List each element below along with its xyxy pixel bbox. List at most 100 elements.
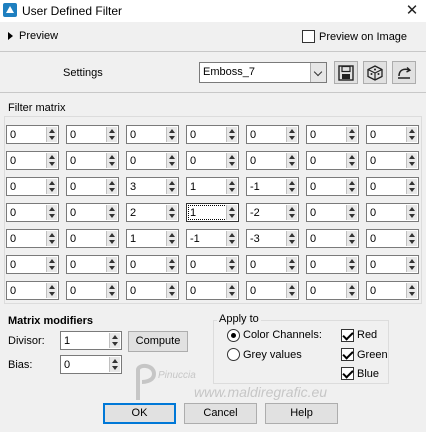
divisor-input[interactable]: 1 <box>60 331 122 350</box>
matrix-cell[interactable]: -1 <box>186 229 239 248</box>
matrix-cell[interactable]: 0 <box>306 281 359 300</box>
spinner-icon[interactable] <box>166 231 177 246</box>
spinner-icon[interactable] <box>46 283 57 298</box>
matrix-cell[interactable]: 0 <box>186 151 239 170</box>
spinner-icon[interactable] <box>46 153 57 168</box>
matrix-cell[interactable]: 0 <box>66 281 119 300</box>
bias-input[interactable]: 0 <box>60 355 122 374</box>
spinner-icon[interactable] <box>346 231 357 246</box>
spinner-icon[interactable] <box>46 257 57 272</box>
matrix-cell[interactable]: 0 <box>6 255 59 274</box>
spinner-icon[interactable] <box>406 257 417 272</box>
spinner-icon[interactable] <box>406 153 417 168</box>
spinner-icon[interactable] <box>109 333 120 348</box>
cancel-button[interactable]: Cancel <box>184 403 257 424</box>
matrix-cell[interactable]: 0 <box>6 229 59 248</box>
matrix-cell[interactable]: 1 <box>126 229 179 248</box>
spinner-icon[interactable] <box>106 179 117 194</box>
matrix-cell[interactable]: 0 <box>66 255 119 274</box>
green-checkbox[interactable] <box>341 348 354 361</box>
spinner-icon[interactable] <box>226 257 237 272</box>
matrix-cell[interactable]: 0 <box>66 229 119 248</box>
spinner-icon[interactable] <box>286 179 297 194</box>
matrix-cell[interactable]: 0 <box>306 255 359 274</box>
spinner-icon[interactable] <box>346 257 357 272</box>
matrix-cell[interactable]: 0 <box>366 229 419 248</box>
matrix-cell[interactable]: -3 <box>246 229 299 248</box>
matrix-cell[interactable]: 0 <box>6 177 59 196</box>
spinner-icon[interactable] <box>226 153 237 168</box>
randomize-button[interactable] <box>363 61 387 84</box>
spinner-icon[interactable] <box>286 205 297 220</box>
spinner-icon[interactable] <box>166 205 177 220</box>
spinner-icon[interactable] <box>286 231 297 246</box>
matrix-cell[interactable]: 0 <box>366 125 419 144</box>
matrix-cell[interactable]: 1 <box>186 203 239 222</box>
spinner-icon[interactable] <box>106 231 117 246</box>
red-checkbox[interactable] <box>341 329 354 342</box>
matrix-cell[interactable]: 0 <box>306 125 359 144</box>
matrix-cell[interactable]: 3 <box>126 177 179 196</box>
spinner-icon[interactable] <box>346 283 357 298</box>
matrix-cell[interactable]: 0 <box>6 125 59 144</box>
matrix-cell[interactable]: 0 <box>6 203 59 222</box>
matrix-cell[interactable]: 0 <box>66 177 119 196</box>
matrix-cell[interactable]: 0 <box>126 125 179 144</box>
matrix-cell[interactable]: 0 <box>366 177 419 196</box>
help-button[interactable]: Help <box>265 403 338 424</box>
spinner-icon[interactable] <box>226 179 237 194</box>
spinner-icon[interactable] <box>166 283 177 298</box>
matrix-cell[interactable]: 0 <box>6 281 59 300</box>
matrix-cell[interactable]: 0 <box>366 203 419 222</box>
spinner-icon[interactable] <box>286 153 297 168</box>
spinner-icon[interactable] <box>46 179 57 194</box>
matrix-cell[interactable]: 0 <box>66 125 119 144</box>
spinner-icon[interactable] <box>106 205 117 220</box>
matrix-cell[interactable]: 0 <box>306 177 359 196</box>
matrix-cell[interactable]: 0 <box>246 125 299 144</box>
compute-button[interactable]: Compute <box>128 331 188 352</box>
blue-checkbox[interactable] <box>341 367 354 380</box>
spinner-icon[interactable] <box>286 127 297 142</box>
matrix-cell[interactable]: 0 <box>246 281 299 300</box>
matrix-cell[interactable]: 0 <box>366 281 419 300</box>
spinner-icon[interactable] <box>286 257 297 272</box>
chevron-down-icon[interactable] <box>310 63 326 82</box>
spinner-icon[interactable] <box>406 179 417 194</box>
spinner-icon[interactable] <box>406 231 417 246</box>
spinner-icon[interactable] <box>166 257 177 272</box>
spinner-icon[interactable] <box>46 205 57 220</box>
matrix-cell[interactable]: 0 <box>306 203 359 222</box>
matrix-cell[interactable]: 0 <box>186 255 239 274</box>
preset-select[interactable]: Emboss_7 <box>199 62 327 83</box>
matrix-cell[interactable]: 2 <box>126 203 179 222</box>
matrix-cell[interactable]: 0 <box>366 151 419 170</box>
spinner-icon[interactable] <box>109 357 120 372</box>
matrix-cell[interactable]: 1 <box>186 177 239 196</box>
matrix-cell[interactable]: -2 <box>246 203 299 222</box>
matrix-cell[interactable]: 0 <box>6 151 59 170</box>
matrix-cell[interactable]: -1 <box>246 177 299 196</box>
matrix-cell[interactable]: 0 <box>126 255 179 274</box>
color-channels-radio[interactable] <box>227 329 240 342</box>
matrix-cell[interactable]: 0 <box>126 151 179 170</box>
close-button[interactable]: ✕ <box>402 0 422 22</box>
preview-toggle[interactable]: Preview <box>8 30 58 42</box>
spinner-icon[interactable] <box>46 231 57 246</box>
matrix-cell[interactable]: 0 <box>366 255 419 274</box>
spinner-icon[interactable] <box>346 127 357 142</box>
matrix-cell[interactable]: 0 <box>186 281 239 300</box>
spinner-icon[interactable] <box>226 127 237 142</box>
spinner-icon[interactable] <box>226 283 237 298</box>
spinner-icon[interactable] <box>46 127 57 142</box>
spinner-icon[interactable] <box>166 127 177 142</box>
matrix-cell[interactable]: 0 <box>126 281 179 300</box>
spinner-icon[interactable] <box>106 283 117 298</box>
reset-defaults-button[interactable] <box>392 61 416 84</box>
grey-values-radio[interactable] <box>227 348 240 361</box>
matrix-cell[interactable]: 0 <box>66 151 119 170</box>
spinner-icon[interactable] <box>346 153 357 168</box>
preview-on-image-checkbox[interactable] <box>302 30 315 43</box>
spinner-icon[interactable] <box>406 127 417 142</box>
ok-button[interactable]: OK <box>103 403 176 424</box>
